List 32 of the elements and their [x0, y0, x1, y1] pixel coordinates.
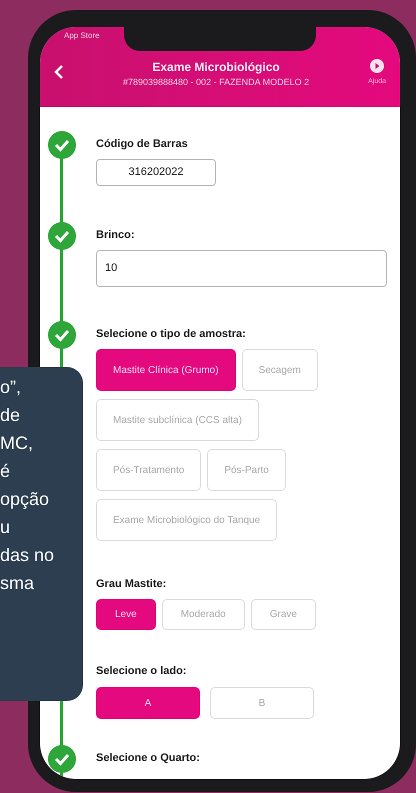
header-subtitle: #789039888480 - 002 - FAZENDA MODELO 2: [122, 76, 310, 89]
tooltip-text: é: [0, 460, 12, 483]
option-button[interactable]: A: [96, 687, 200, 719]
section-label: Selecione o Quarto:: [96, 751, 201, 765]
header-title: Exame Microbiológico: [152, 59, 280, 75]
input-field[interactable]: 316202022: [96, 159, 216, 186]
back-icon[interactable]: [54, 65, 64, 79]
option-button[interactable]: B: [210, 687, 314, 719]
section-label: Selecione o lado:: [96, 664, 188, 678]
tooltip-text: o”,: [0, 376, 22, 399]
option-button[interactable]: Grave: [250, 599, 316, 630]
option-button[interactable]: Exame Microbiológico do Tanque: [96, 499, 278, 541]
option-button[interactable]: Mastite Clínica (Grumo): [96, 349, 236, 391]
play-icon[interactable]: [370, 59, 384, 73]
option-button[interactable]: Pós-Tratamento: [96, 449, 202, 491]
tooltip-text: u: [0, 516, 12, 539]
section-label: Código de Barras: [96, 137, 189, 151]
section-label: Selecione o tipo de amostra:: [96, 327, 247, 341]
tooltip-text: sma: [0, 572, 36, 595]
tooltip-text: MC,: [0, 432, 34, 455]
option-button[interactable]: Pós-Parto: [207, 449, 286, 491]
option-button[interactable]: Secagem: [242, 349, 318, 391]
status-bar-text: App Store: [64, 30, 100, 42]
input-field[interactable]: 10: [96, 250, 387, 287]
section-label: Brinco:: [96, 228, 136, 242]
section-label: Grau Mastite:: [96, 577, 168, 591]
tooltip-text: de: [0, 404, 22, 427]
tooltip-text: opção: [0, 488, 50, 511]
option-button[interactable]: Mastite subclínica (CCS alta): [96, 399, 259, 441]
option-button[interactable]: Moderado: [162, 599, 245, 630]
tooltip-text: das no: [0, 544, 56, 567]
option-button[interactable]: Leve: [96, 599, 156, 630]
